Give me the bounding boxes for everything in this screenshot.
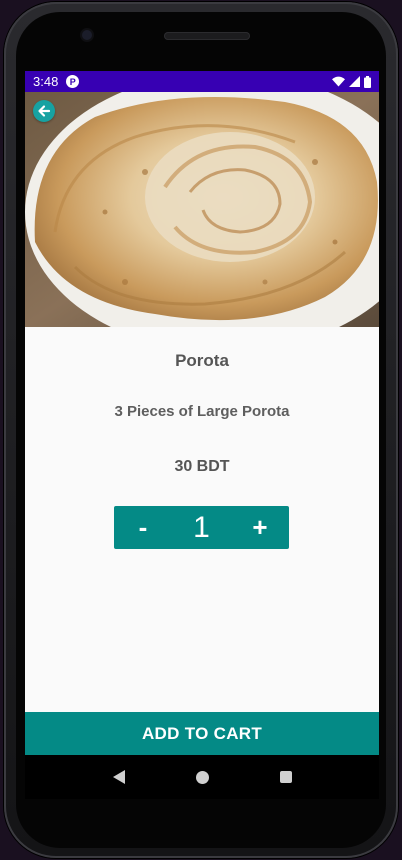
status-bar: 3:48 P bbox=[25, 71, 379, 92]
signal-icon bbox=[349, 76, 360, 87]
earpiece-speaker bbox=[164, 32, 250, 40]
decrease-quantity-button[interactable]: - bbox=[114, 506, 172, 549]
increase-quantity-button[interactable]: + bbox=[231, 506, 289, 549]
nav-back-icon[interactable] bbox=[112, 770, 125, 784]
battery-icon bbox=[364, 75, 371, 88]
quantity-value: 1 bbox=[193, 510, 210, 544]
front-camera bbox=[82, 30, 92, 40]
quantity-stepper: - 1 + bbox=[114, 506, 289, 549]
nav-home-icon[interactable] bbox=[195, 770, 209, 784]
product-name: Porota bbox=[175, 351, 229, 370]
wifi-icon bbox=[332, 76, 345, 87]
status-icons bbox=[332, 75, 371, 88]
system-navigation-bar bbox=[25, 755, 379, 799]
back-button[interactable] bbox=[33, 100, 55, 122]
product-description: 3 Pieces of Large Porota bbox=[114, 403, 290, 420]
nav-recents-icon[interactable] bbox=[279, 771, 292, 783]
status-time: 3:48 bbox=[33, 74, 59, 89]
porota-photo bbox=[25, 92, 379, 327]
app-notification-icon: P bbox=[66, 75, 80, 88]
add-to-cart-button[interactable]: ADD TO CART bbox=[25, 712, 379, 755]
app-screen: 3:48 P Porota 3 Pieces of Large Porota 3… bbox=[25, 71, 379, 755]
product-price: 30 BDT bbox=[174, 458, 230, 475]
product-image bbox=[25, 92, 379, 327]
arrow-left-icon bbox=[38, 105, 51, 117]
